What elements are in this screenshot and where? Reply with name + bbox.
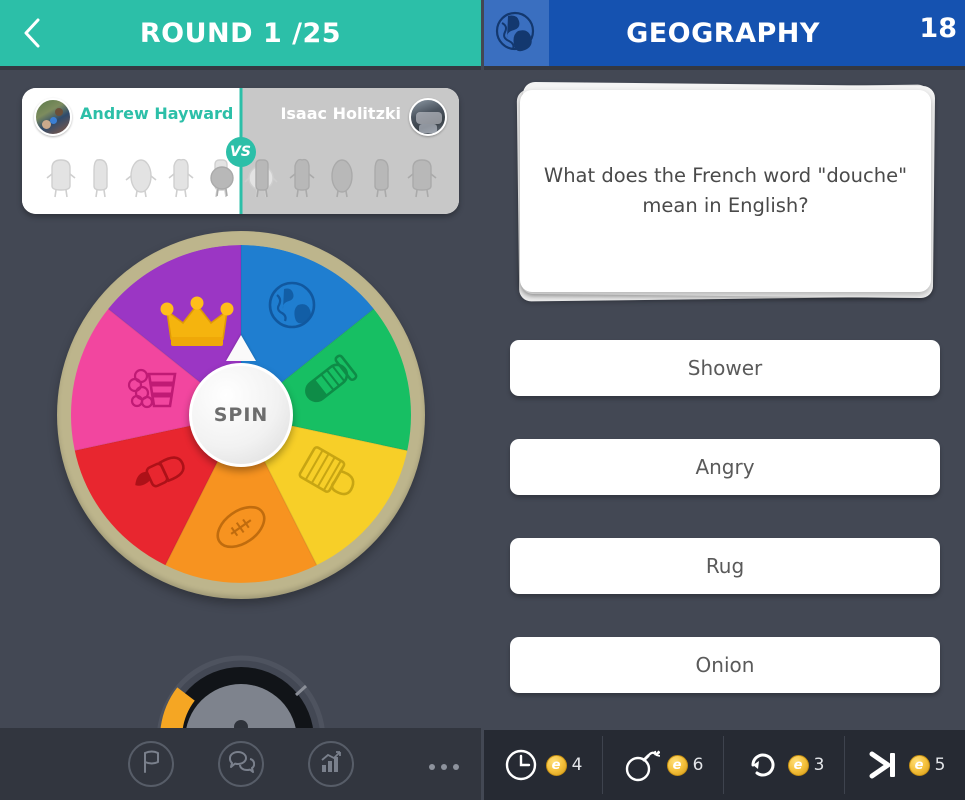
spin-button[interactable]: SPIN (189, 363, 293, 467)
avatar-player-left[interactable] (34, 98, 72, 136)
token-icon (124, 152, 158, 200)
back-button[interactable] (10, 0, 54, 66)
question-text: What does the French word "douche" mean … (543, 164, 908, 217)
question-card-stack: What does the French word "douche" mean … (512, 81, 937, 302)
token-icon (44, 152, 78, 200)
left-panel-game-board: ROUND 1 /25 VS Andrew Hayward Isaac Holi… (0, 0, 481, 800)
token-icon (164, 152, 198, 200)
powerup-cost: 4 (571, 755, 583, 775)
powerup-bar: e 4 e 6 e 3 e 5 (481, 730, 965, 800)
flag-button[interactable] (127, 741, 174, 787)
chat-button[interactable] (217, 741, 264, 787)
coin-icon: e (908, 754, 930, 776)
left-header: ROUND 1 /25 (0, 0, 481, 66)
answer-option-4[interactable]: Onion (510, 637, 940, 693)
spin-button-label: SPIN (213, 404, 269, 426)
avatar-detail (419, 124, 437, 133)
bar-chart-icon (318, 749, 344, 780)
avatar-player-right[interactable] (409, 98, 447, 136)
chevron-left-icon (22, 17, 42, 49)
coin-icon: e (666, 754, 688, 776)
answer-option-1[interactable]: Shower (510, 340, 940, 396)
bomb-icon (622, 745, 662, 785)
app-root: ROUND 1 /25 VS Andrew Hayward Isaac Holi… (0, 0, 965, 800)
left-header-shadow (0, 66, 481, 70)
more-dots-icon (441, 764, 447, 770)
more-options-button[interactable] (429, 764, 459, 770)
answer-option-3[interactable]: Rug (510, 538, 940, 594)
powerup-cost: 5 (934, 755, 946, 775)
left-toolbar (0, 728, 481, 800)
question-timer: 18 (919, 13, 957, 44)
powerup-skip[interactable]: e 5 (844, 730, 965, 800)
match-player-card[interactable]: VS Andrew Hayward Isaac Holitzki (22, 88, 459, 214)
more-dots-icon (453, 764, 459, 770)
powerup-bomb[interactable]: e 6 (602, 730, 723, 800)
vs-badge: VS (225, 137, 256, 167)
stats-button[interactable] (307, 741, 354, 787)
category-icon-band (481, 0, 549, 66)
globe-icon (494, 10, 536, 57)
answer-option-2[interactable]: Angry (510, 439, 940, 495)
right-header-shadow (481, 66, 965, 70)
panel-divider (481, 0, 484, 800)
avatar-detail (55, 108, 63, 116)
wheel-pointer-icon (226, 335, 256, 361)
powerup-cost: 6 (692, 755, 704, 775)
category-wheel[interactable]: SPIN (57, 231, 425, 599)
round-title: ROUND 1 /25 (139, 17, 342, 49)
skip-icon (864, 745, 904, 785)
coin-icon: e (787, 754, 809, 776)
token-icon (84, 152, 118, 200)
token-icon (365, 152, 399, 200)
chat-bubbles-icon (227, 749, 255, 780)
clock-icon (501, 745, 541, 785)
undo-icon (743, 745, 783, 785)
category-title: GEOGRAPHY (626, 17, 820, 49)
coin-icon: e (545, 754, 567, 776)
question-card: What does the French word "douche" mean … (520, 90, 931, 292)
token-icon (325, 152, 359, 200)
player-name-right: Isaac Holitzki (280, 104, 401, 123)
avatar-detail (416, 112, 442, 124)
powerup-extra-time[interactable]: e 4 (481, 730, 602, 800)
token-icon (405, 152, 439, 200)
avatar-detail (50, 117, 57, 124)
powerup-rewind[interactable]: e 3 (723, 730, 844, 800)
token-icon (285, 152, 319, 200)
answer-list: Shower Angry Rug Onion (510, 340, 940, 736)
flag-icon (138, 749, 164, 780)
powerup-cost: 3 (813, 755, 825, 775)
player-name-left: Andrew Hayward (80, 104, 234, 123)
more-dots-icon (429, 764, 435, 770)
right-header: GEOGRAPHY 18 (481, 0, 965, 66)
